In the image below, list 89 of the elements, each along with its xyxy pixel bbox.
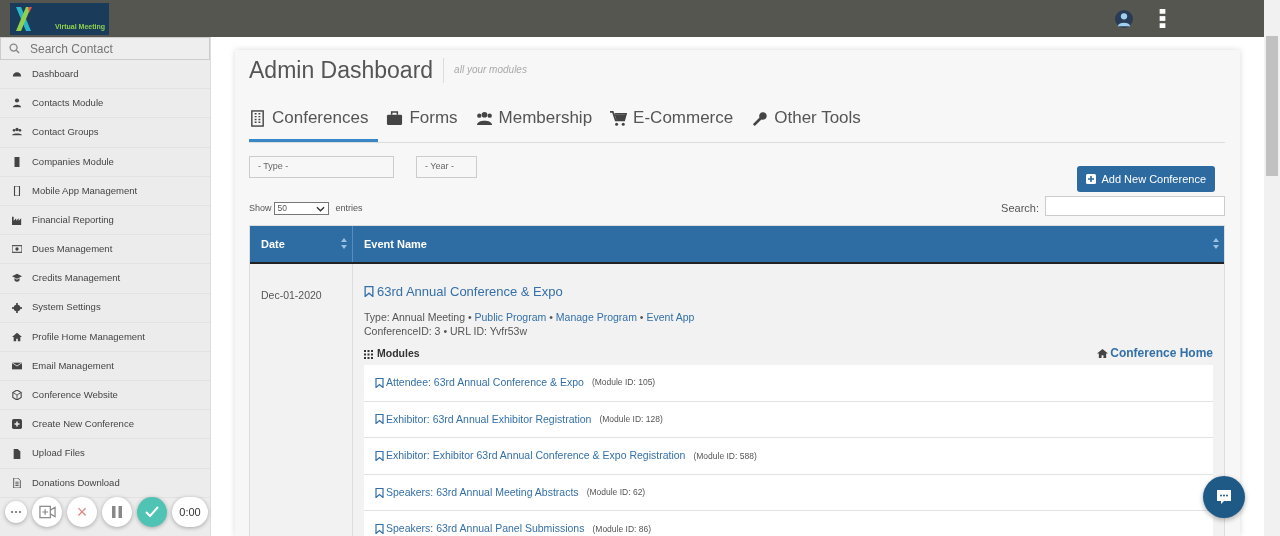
event-type: Type: Annual Meeting (364, 311, 465, 324)
people-icon (12, 127, 22, 138)
sidebar-item[interactable]: Profile Home Management (0, 322, 210, 352)
module-id: (Module ID: 588) (693, 449, 757, 463)
module-id: (Module ID: 86) (592, 522, 652, 536)
sidebar-item[interactable]: Financial Reporting (0, 205, 210, 236)
cube-icon (12, 390, 22, 401)
column-header[interactable]: Date (250, 225, 353, 262)
sidebar-item[interactable]: Contact Groups (0, 118, 210, 148)
tab[interactable]: Membership (475, 101, 603, 142)
video-camera-icon (38, 505, 56, 519)
module-id: (Module ID: 62) (586, 486, 646, 499)
tab[interactable]: Forms (386, 101, 468, 142)
people-icon (475, 109, 493, 127)
conference-home-link[interactable]: Conference Home (1110, 344, 1213, 363)
event-title-link[interactable]: 63rd Annual Conference & Expo (364, 281, 563, 302)
home-icon (12, 331, 22, 342)
pause-icon (111, 505, 123, 519)
sidebar-item[interactable]: System Settings (0, 293, 210, 323)
person-icon (12, 98, 22, 109)
sidebar-item[interactable]: Dues Management (0, 235, 210, 265)
avatar-icon[interactable] (1115, 9, 1133, 28)
check-icon (145, 506, 159, 518)
grid-icon (364, 349, 373, 359)
sidebar-item[interactable]: Mobile App Management (0, 176, 210, 206)
search-label: Search: (1001, 201, 1039, 217)
sidebar-item[interactable]: Contacts Module (0, 89, 210, 119)
module-link[interactable]: Exhibitor: Exhibitor 63rd Annual Conference & Expo Registration (375, 448, 686, 464)
envelope-icon (12, 360, 22, 371)
cart-icon (610, 109, 628, 127)
module-link[interactable]: Exhibitor: 63rd Annual Exhibitor Registration (375, 411, 592, 428)
sort-icon (341, 238, 347, 250)
module-link[interactable]: Speakers: 63rd Annual Panel Submissions (375, 521, 585, 536)
sort-icon (1213, 238, 1219, 250)
tab[interactable]: Other Tools (751, 101, 871, 142)
phone-icon (12, 185, 22, 196)
plus-icon (1086, 174, 1097, 185)
sidebar-item[interactable]: Create New Conference (0, 410, 210, 440)
page-subtitle: all your modules (454, 63, 527, 77)
sidebar-item[interactable]: Upload Files (0, 439, 210, 469)
search-field[interactable]: Search Contact (0, 37, 210, 60)
bookmark-icon (375, 524, 384, 535)
event-link[interactable]: Event App (646, 311, 695, 324)
entries-label: entries (335, 201, 363, 215)
modules-heading: Modules (377, 346, 420, 362)
sidebar-item[interactable]: Credits Management (0, 264, 210, 294)
sidebar-item[interactable]: Companies Module (0, 147, 210, 177)
briefcase-icon (386, 109, 404, 127)
event-link[interactable]: Manage Program (555, 311, 637, 324)
tab[interactable]: E-Commerce (610, 101, 744, 142)
sidebar-item[interactable]: Email Management (0, 351, 210, 382)
conference-id-line: ConferenceID: 3 • URL ID: Yvfr53w (364, 324, 528, 339)
chat-icon (1215, 488, 1233, 506)
separator-dot: • (466, 311, 473, 324)
sidebar-item[interactable]: Donations Download (0, 468, 210, 498)
separator-dot: • (548, 311, 554, 324)
scrollbar[interactable] (1264, 0, 1280, 536)
sidebar-item[interactable]: Dashboard (0, 60, 210, 90)
caret-icon (315, 205, 325, 212)
menu-icon[interactable] (1159, 9, 1166, 28)
bookmark-icon (364, 286, 374, 298)
plus-square-icon (12, 419, 22, 430)
sidebar-item[interactable]: Conference Website (0, 381, 210, 411)
tab[interactable]: Conferences (249, 101, 379, 142)
year-filter[interactable]: - Year - (416, 155, 477, 178)
bookmark-icon (375, 451, 384, 462)
module-link[interactable]: Speakers: 63rd Annual Meeting Abstracts (375, 484, 579, 501)
show-label: Show (249, 201, 272, 215)
type-filter[interactable]: - Type - (249, 155, 394, 178)
separator-dot: • (638, 311, 645, 324)
bookmark-icon (375, 414, 384, 425)
event-link[interactable]: Public Program (474, 311, 547, 324)
date-cell: Dec-01-2020 (250, 263, 353, 536)
page-title: Admin Dashboard (249, 58, 445, 84)
module-link[interactable]: Attendee: 63rd Annual Conference & Expo (375, 374, 584, 391)
document-icon (12, 477, 22, 488)
graduation-cap-icon (12, 273, 22, 284)
home-icon (1097, 347, 1109, 359)
add-conference-button[interactable]: Add New Conference (1077, 165, 1215, 193)
file-icon (12, 448, 22, 459)
chart-icon (12, 215, 22, 226)
bookmark-icon (375, 487, 384, 498)
module-id: (Module ID: 128) (599, 413, 663, 426)
search-field[interactable] (1045, 195, 1225, 216)
bookmark-icon (375, 377, 384, 388)
entries-select[interactable]: 50 (273, 202, 329, 216)
column-header[interactable]: Event Name (353, 225, 1224, 262)
module-id: (Module ID: 105) (591, 376, 656, 390)
money-icon (12, 244, 22, 255)
